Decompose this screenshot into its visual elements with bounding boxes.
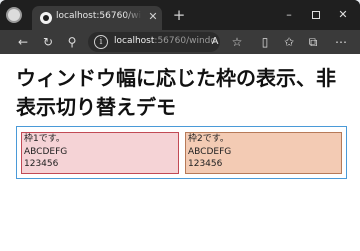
- frame-container: 枠1です。 ABCDEFG 123456 枠2です。 ABCDEFG 12345…: [16, 126, 347, 179]
- collections-icon[interactable]: ⧉: [304, 33, 322, 51]
- browser-tab[interactable]: localhost:56760/window-width-c ✕: [32, 6, 162, 30]
- page-heading: ウィンドウ幅に応じた枠の表示、非表示切り替えデモ: [16, 66, 336, 119]
- frame-2-line-2: ABCDEFG: [188, 146, 232, 157]
- frame-1-line-1: 枠1です。: [24, 134, 65, 144]
- favorites-icon[interactable]: ✩: [280, 33, 298, 51]
- tab-favicon-icon: [40, 12, 52, 24]
- browser-app-icon[interactable]: [6, 7, 22, 23]
- read-aloud-icon[interactable]: A: [206, 33, 224, 51]
- info-icon[interactable]: i: [94, 35, 108, 49]
- close-window-button[interactable]: ✕: [330, 6, 356, 24]
- back-arrow-icon[interactable]: ←: [14, 33, 32, 51]
- browser-toolbar: ← ↻ ⚲ i localhost:56760/windo... A ☆ ▯ ✩…: [0, 30, 360, 54]
- search-icon[interactable]: ⚲: [63, 33, 81, 51]
- refresh-icon[interactable]: ↻: [39, 33, 57, 51]
- tab-bar: localhost:56760/window-width-c ✕ + – ✕: [0, 0, 360, 30]
- address-text[interactable]: localhost:56760/windo...: [114, 36, 218, 46]
- more-icon[interactable]: ⋯: [332, 33, 350, 51]
- address-bar[interactable]: i localhost:56760/windo...: [88, 32, 220, 52]
- tab-title: localhost:56760/window-width-c: [56, 11, 142, 21]
- frame-2: 枠2です。 ABCDEFG 123456: [185, 132, 342, 174]
- browser-window: localhost:56760/window-width-c ✕ + – ✕ ←…: [0, 0, 360, 251]
- split-screen-icon[interactable]: ▯: [256, 33, 274, 51]
- frame-1-line-3: 123456: [24, 159, 59, 169]
- page-content: ウィンドウ幅に応じた枠の表示、非表示切り替えデモ 枠1です。 ABCDEFG 1…: [0, 54, 360, 251]
- new-tab-button[interactable]: +: [170, 6, 188, 24]
- frame-1-line-2: ABCDEFG: [24, 146, 68, 157]
- frame-2-line-1: 枠2です。: [188, 134, 229, 144]
- star-icon[interactable]: ☆: [228, 33, 246, 51]
- frame-2-line-3: 123456: [188, 159, 223, 169]
- maximize-button[interactable]: [303, 6, 329, 24]
- maximize-icon: [312, 11, 320, 19]
- minimize-button[interactable]: –: [276, 6, 302, 24]
- frame-1: 枠1です。 ABCDEFG 123456: [21, 132, 179, 174]
- address-host: localhost: [114, 36, 155, 46]
- tab-close-icon[interactable]: ✕: [146, 9, 160, 25]
